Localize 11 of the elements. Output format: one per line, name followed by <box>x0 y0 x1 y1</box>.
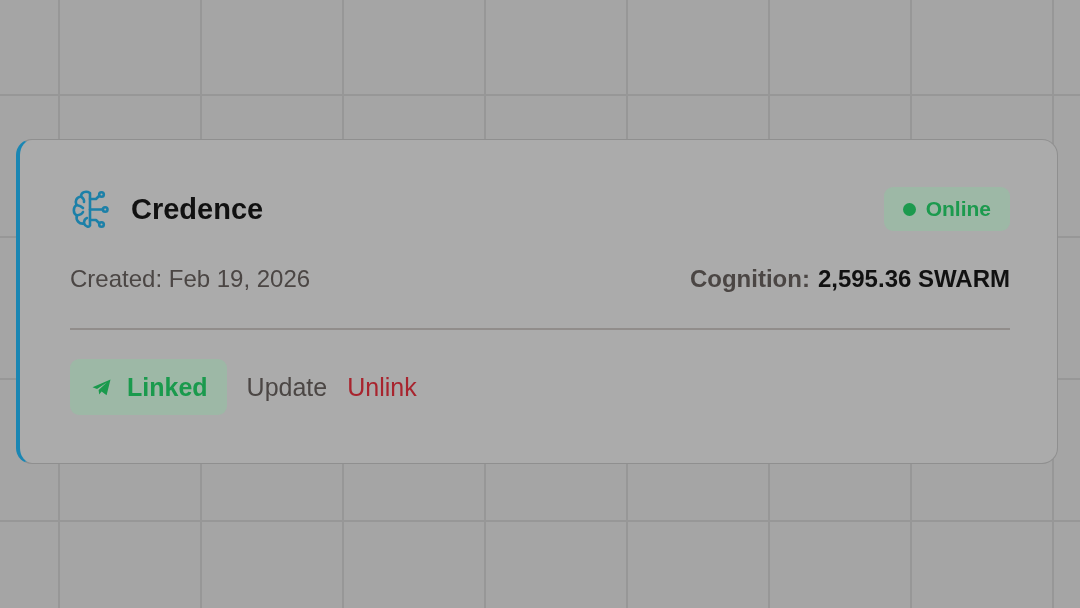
status-dot-icon <box>902 202 916 216</box>
brain-circuit-icon <box>71 189 109 229</box>
agent-name: Credence <box>131 192 264 226</box>
paper-plane-icon <box>92 378 111 396</box>
created-date: Created: Feb 19, 2026 <box>70 265 311 293</box>
linked-button[interactable]: Linked <box>70 359 227 415</box>
status-label: Online <box>925 197 991 221</box>
unlink-link[interactable]: Unlink <box>347 372 417 402</box>
cognition-label: Cognition: <box>689 265 810 293</box>
update-link[interactable]: Update <box>246 372 328 402</box>
cognition-value: 2,595.36 SWARM <box>817 265 1010 293</box>
